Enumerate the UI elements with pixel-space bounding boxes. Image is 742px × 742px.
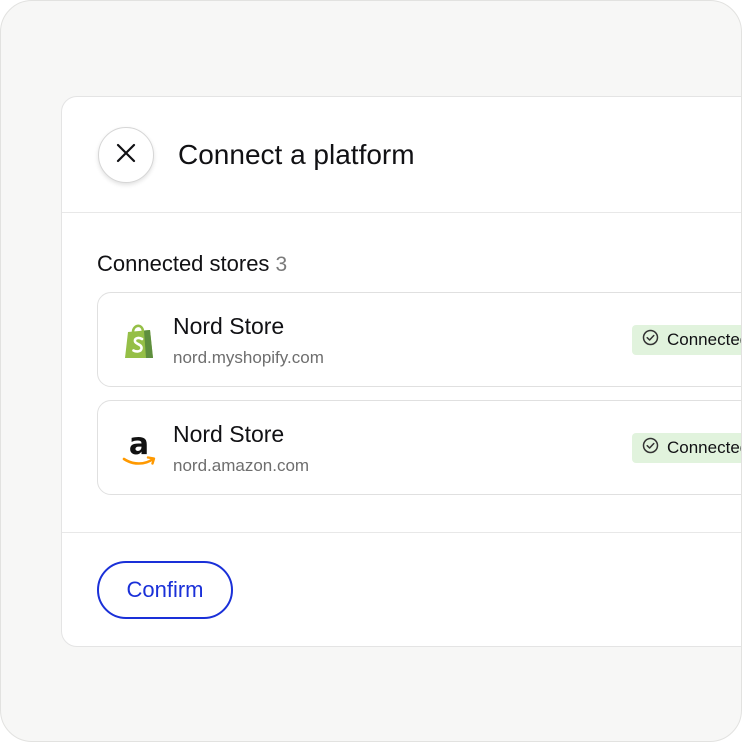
connected-stores-heading: Connected stores 3: [97, 249, 287, 280]
status-badge: Connected: [632, 325, 742, 355]
dialog-header: Connect a platform: [62, 97, 741, 213]
connect-platform-dialog: Connect a platform Connected stores 3 Nor…: [61, 96, 742, 647]
status-label: Connected: [667, 438, 742, 457]
dialog-title: Connect a platform: [178, 139, 415, 170]
svg-text:a: a: [129, 430, 149, 462]
status-badge: Connected: [632, 433, 742, 463]
check-circle-icon: [642, 437, 659, 459]
store-card-amazon[interactable]: a Nord Store nord.amazon.com Connected: [97, 400, 742, 495]
connected-stores-count: 3: [275, 253, 288, 276]
store-name: Nord Store: [173, 313, 285, 339]
status-label: Connected: [667, 330, 742, 349]
shopify-logo-icon: [120, 321, 158, 361]
footer-divider: [62, 532, 741, 533]
check-circle-icon: [642, 329, 659, 351]
connected-stores-label: Connected stores: [97, 251, 270, 276]
confirm-button[interactable]: Confirm: [97, 561, 233, 619]
app-frame: Connect a platform Connected stores 3 Nor…: [0, 0, 742, 742]
store-name: Nord Store: [173, 421, 285, 447]
close-icon: [115, 142, 137, 169]
close-button[interactable]: [98, 127, 154, 183]
amazon-logo-icon: a: [120, 429, 158, 469]
store-url: nord.myshopify.com: [173, 348, 324, 367]
store-url: nord.amazon.com: [173, 456, 310, 475]
store-card-shopify[interactable]: Nord Store nord.myshopify.com Connected: [97, 292, 742, 387]
